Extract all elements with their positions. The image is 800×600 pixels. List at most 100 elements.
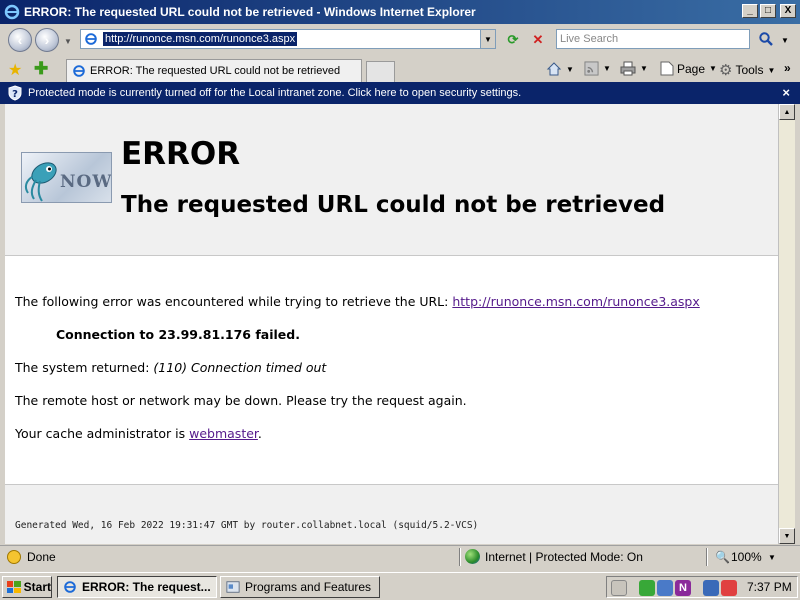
taskbar-clock[interactable]: 7:37 PM — [747, 580, 792, 594]
network-tray-icon[interactable] — [657, 580, 673, 596]
add-to-favorites-icon[interactable]: ✚ — [34, 59, 48, 79]
page-menu-label: Page — [677, 61, 706, 76]
system-tray: N 7:37 PM — [606, 576, 798, 598]
scroll-down-arrow-icon[interactable]: ▼ — [779, 528, 795, 544]
home-button[interactable]: ▼ — [546, 61, 574, 77]
generated-footer: Generated Wed, 16 Feb 2022 19:31:47 GMT … — [15, 520, 479, 531]
status-text: Done — [27, 550, 56, 564]
zoom-level[interactable]: 🔍 100% — [715, 550, 762, 564]
printer-icon — [620, 61, 636, 76]
page-menu-button[interactable]: Page ▼ — [660, 61, 717, 76]
connection-failed-text: Connection to 23.99.81.176 failed. — [56, 327, 300, 342]
navigation-bar: ‹ › ▼ http://runonce.msn.com/runonce3.as… — [0, 24, 800, 56]
internet-explorer-icon — [4, 4, 20, 20]
system-returned-label: The system returned: — [15, 360, 154, 375]
error-intro-text: The following error was encountered whil… — [15, 294, 453, 309]
zoom-dropdown-icon[interactable]: ▼ — [768, 553, 776, 562]
vertical-scrollbar[interactable]: ▲ ▼ — [778, 104, 795, 544]
address-url[interactable]: http://runonce.msn.com/runonce3.aspx — [103, 32, 298, 46]
page-heading: ERROR — [121, 136, 241, 172]
search-icon — [759, 32, 773, 46]
footer-band — [5, 484, 778, 544]
shield-icon: ? — [8, 85, 22, 101]
close-button[interactable]: X — [780, 4, 796, 18]
page-subheading: The requested URL could not be retrieved — [121, 192, 666, 218]
zoom-icon: 🔍 — [715, 550, 730, 564]
start-label: Start — [23, 580, 51, 594]
security-zone-text[interactable]: Internet | Protected Mode: On — [485, 550, 643, 564]
tab-bar: ★ ✚ ERROR: The requested URL could not b… — [0, 56, 800, 82]
zoom-value: 100% — [730, 550, 762, 564]
svg-text:?: ? — [12, 89, 18, 100]
error-intro-paragraph: The following error was encountered whil… — [15, 294, 700, 309]
stop-icon: ✕ — [532, 31, 544, 47]
page-status-icon — [7, 550, 21, 564]
home-icon — [546, 62, 562, 76]
close-information-bar-button[interactable]: × — [782, 85, 790, 100]
minimize-button[interactable]: _ — [742, 4, 758, 18]
security-tray-icon[interactable] — [639, 580, 655, 596]
refresh-button[interactable]: ⟳ — [503, 30, 523, 49]
tab-page-icon — [73, 65, 85, 77]
internet-explorer-icon — [64, 581, 76, 593]
taskbar-item-label: ERROR: The request... — [82, 580, 211, 594]
forward-arrow-icon: › — [44, 32, 50, 48]
error-url-link[interactable]: http://runonce.msn.com/runonce3.aspx — [452, 294, 699, 309]
feeds-button[interactable]: ▼ — [584, 61, 611, 76]
status-bar: Done Internet | Protected Mode: On 🔍 100… — [0, 545, 800, 567]
squid-logo: NOW — [21, 152, 112, 203]
page-icon — [85, 33, 97, 45]
recent-pages-dropdown-icon[interactable]: ▼ — [64, 37, 72, 46]
network-connection-tray-icon[interactable] — [703, 580, 719, 596]
remote-host-text: The remote host or network may be down. … — [15, 393, 467, 408]
start-button[interactable]: Start — [2, 576, 52, 598]
information-bar-message[interactable]: Protected mode is currently turned off f… — [28, 87, 521, 99]
system-returned-value: (110) Connection timed out — [153, 360, 327, 375]
system-returned-paragraph: The system returned: (110) Connection ti… — [15, 360, 326, 375]
internet-zone-icon — [465, 549, 480, 564]
volume-muted-tray-icon[interactable] — [721, 580, 737, 596]
keyboard-tray-icon[interactable] — [611, 580, 627, 596]
more-commands-icon[interactable]: » — [784, 61, 791, 75]
refresh-icon: ⟳ — [507, 31, 519, 47]
page-menu-icon — [660, 61, 674, 76]
taskbar: Start ERROR: The request... Programs and… — [0, 572, 800, 600]
error-header: NOW ERROR The requested URL could not be… — [5, 104, 778, 256]
taskbar-item-programs-and-features[interactable]: Programs and Features — [220, 576, 380, 598]
onenote-tray-icon[interactable]: N — [675, 580, 691, 596]
favorites-center-icon[interactable]: ★ — [8, 60, 22, 80]
title-bar[interactable]: ERROR: The requested URL could not be re… — [0, 0, 800, 24]
back-arrow-icon: ‹ — [17, 32, 23, 48]
tools-menu-button[interactable]: ⚙ Tools ▼ — [719, 61, 775, 79]
information-bar[interactable]: ? Protected mode is currently turned off… — [0, 82, 800, 104]
search-input[interactable]: Live Search — [556, 29, 750, 49]
forward-button[interactable]: › — [35, 28, 59, 52]
search-options-dropdown-icon[interactable]: ▼ — [781, 36, 789, 45]
tab-label: ERROR: The requested URL could not be re… — [90, 65, 341, 77]
print-button[interactable]: ▼ — [620, 61, 648, 76]
webmaster-link[interactable]: webmaster — [189, 426, 258, 441]
address-bar[interactable]: http://runonce.msn.com/runonce3.aspx ▼ — [80, 29, 496, 49]
scroll-up-arrow-icon[interactable]: ▲ — [779, 104, 795, 120]
cache-admin-paragraph: Your cache administrator is webmaster. — [15, 426, 262, 441]
taskbar-item-internet-explorer[interactable]: ERROR: The request... — [57, 576, 217, 598]
rss-feed-icon — [584, 61, 599, 76]
windows-logo-icon — [7, 581, 21, 593]
logo-text: NOW — [60, 172, 112, 192]
address-dropdown-icon[interactable]: ▼ — [480, 30, 495, 48]
tab-error-page[interactable]: ERROR: The requested URL could not be re… — [66, 59, 362, 82]
taskbar-item-label: Programs and Features — [245, 580, 372, 594]
page-content: NOW ERROR The requested URL could not be… — [5, 104, 778, 544]
status-divider — [459, 548, 461, 566]
maximize-button[interactable]: □ — [760, 4, 776, 18]
search-button[interactable] — [754, 29, 778, 49]
new-tab-button[interactable] — [366, 61, 395, 82]
status-divider — [706, 548, 708, 566]
back-button[interactable]: ‹ — [8, 28, 32, 52]
cache-admin-end: . — [257, 426, 262, 441]
control-panel-icon — [226, 581, 240, 593]
tools-menu-label: Tools — [735, 63, 764, 77]
gear-icon: ⚙ — [719, 62, 733, 79]
stop-button[interactable]: ✕ — [528, 30, 548, 49]
cache-admin-label: Your cache administrator is — [15, 426, 190, 441]
